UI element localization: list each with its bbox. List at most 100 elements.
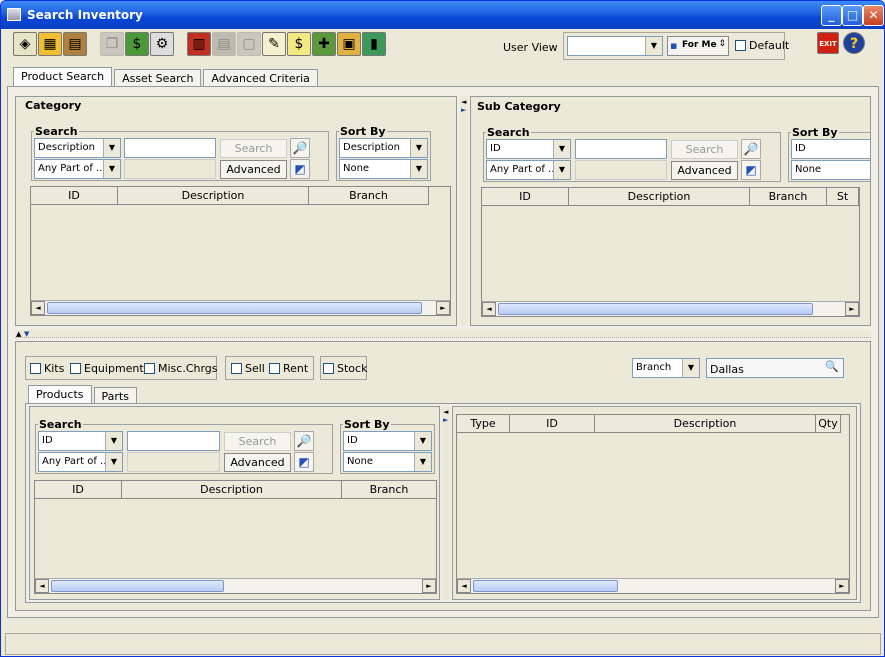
collapse-left-icon[interactable]: ◄	[443, 408, 448, 416]
column-header-id[interactable]: ID	[482, 188, 569, 206]
chevron-down-icon[interactable]: ▼	[414, 432, 431, 450]
collapse-right-icon[interactable]: ►	[461, 106, 466, 114]
column-header-branch[interactable]: Branch	[342, 481, 436, 499]
scroll-right-icon[interactable]: ►	[845, 302, 859, 316]
close-button[interactable]: ✕	[863, 5, 884, 26]
scroll-left-icon[interactable]: ◄	[457, 579, 471, 593]
sell-checkbox[interactable]: Sell	[231, 362, 265, 375]
category-match-select[interactable]: Any Part of ... ▼	[34, 159, 121, 179]
category-horizontal-scrollbar[interactable]: ◄ ►	[31, 300, 450, 315]
column-header-description[interactable]: Description	[595, 415, 816, 433]
scroll-thumb[interactable]	[47, 302, 422, 314]
column-header-status[interactable]: St	[827, 188, 859, 206]
default-checkbox[interactable]: Default	[735, 39, 789, 52]
branch-select[interactable]: Branch ▼	[632, 358, 700, 378]
find-icon[interactable]: 🔎	[290, 138, 310, 158]
category-sort1-select[interactable]: Description ▼	[339, 138, 428, 158]
category-sort2-select[interactable]: None ▼	[339, 159, 428, 179]
chevron-down-icon[interactable]: ▼	[410, 139, 427, 157]
scroll-left-icon[interactable]: ◄	[482, 302, 496, 316]
rent-checkbox[interactable]: Rent	[269, 362, 308, 375]
collapse-left-icon[interactable]: ◄	[461, 98, 466, 106]
subcategory-field-select[interactable]: ID ▼	[486, 139, 571, 159]
calculator-icon[interactable]: ▥	[187, 32, 211, 56]
clear-icon[interactable]: ▢	[237, 32, 261, 56]
scroll-right-icon[interactable]: ►	[436, 301, 450, 315]
chevron-down-icon[interactable]: ▼	[105, 432, 122, 450]
products-search-button[interactable]: Search	[224, 432, 291, 451]
scroll-thumb[interactable]	[498, 303, 813, 315]
money-icon[interactable]: $	[125, 32, 149, 56]
equipment-checkbox[interactable]: Equipment	[70, 362, 144, 375]
advanced-find-icon[interactable]: ◩	[290, 159, 310, 179]
scroll-thumb[interactable]	[473, 580, 618, 592]
for-me-button[interactable]: ▪ For Me ⇕	[667, 36, 729, 56]
tab-product-search[interactable]: Product Search	[13, 67, 113, 87]
collapse-right-icon[interactable]: ►	[443, 416, 448, 424]
copy-icon[interactable]: ❐	[100, 32, 124, 56]
title-bar[interactable]: Search Inventory _ □ ✕	[1, 1, 884, 29]
products-sort2-select[interactable]: None ▼	[343, 452, 432, 472]
tag-icon[interactable]: ✚	[312, 32, 336, 56]
search-icon[interactable]: 🔍	[825, 360, 839, 373]
subcategory-sort1-select[interactable]: ID	[791, 139, 870, 159]
category-search-button[interactable]: Search	[220, 139, 287, 158]
stock-checkbox[interactable]: Stock	[323, 362, 367, 375]
column-header-description[interactable]: Description	[569, 188, 750, 206]
chevron-down-icon[interactable]: ▼	[414, 453, 431, 471]
grid-icon[interactable]: ▦	[38, 32, 62, 56]
kits-checkbox[interactable]: Kits	[30, 362, 64, 375]
user-view-select[interactable]: ▼	[567, 36, 663, 56]
subcategory-horizontal-scrollbar[interactable]: ◄ ►	[482, 301, 859, 316]
exit-icon[interactable]: EXIT	[817, 32, 839, 54]
chevron-down-icon[interactable]: ▼	[682, 359, 699, 377]
column-header-description[interactable]: Description	[122, 481, 342, 499]
collapse-up-icon[interactable]: ▲	[16, 330, 21, 338]
subcategory-advanced-button[interactable]: Advanced	[671, 161, 738, 180]
subcategory-sort2-select[interactable]: None	[791, 160, 870, 180]
book-icon[interactable]: ▮	[362, 32, 386, 56]
maximize-button[interactable]: □	[842, 5, 863, 26]
products-sort1-select[interactable]: ID ▼	[343, 431, 432, 451]
column-header-type[interactable]: Type	[457, 415, 510, 433]
chevron-down-icon[interactable]: ▼	[553, 140, 570, 158]
products-advanced-button[interactable]: Advanced	[224, 453, 291, 472]
products-match-select[interactable]: Any Part of ... ▼	[38, 452, 123, 472]
cogs-icon[interactable]: ⚙	[150, 32, 174, 56]
column-header-branch[interactable]: Branch	[309, 187, 429, 205]
vertical-splitter[interactable]: ◄ ►	[460, 96, 468, 326]
column-header-id[interactable]: ID	[35, 481, 122, 499]
help-icon[interactable]: ?	[843, 32, 865, 54]
collapse-down-icon[interactable]: ▼	[24, 330, 29, 338]
category-field-select[interactable]: Description ▼	[34, 138, 121, 158]
price-icon[interactable]: $	[287, 32, 311, 56]
scroll-left-icon[interactable]: ◄	[31, 301, 45, 315]
report-icon[interactable]: ▤	[212, 32, 236, 56]
subcategory-search-input[interactable]	[575, 139, 667, 159]
chevron-down-icon[interactable]: ▼	[410, 160, 427, 178]
tab-advanced-criteria[interactable]: Advanced Criteria	[203, 69, 318, 87]
subcategory-match-select[interactable]: Any Part of ... ▼	[486, 160, 571, 180]
minimize-button[interactable]: _	[821, 5, 842, 26]
scroll-left-icon[interactable]: ◄	[35, 579, 49, 593]
category-search-input[interactable]	[124, 138, 216, 158]
products-search-input[interactable]	[127, 431, 220, 451]
home-icon[interactable]: ◈	[13, 32, 37, 56]
misc-charges-checkbox[interactable]: Misc.Chrgs	[144, 362, 218, 375]
column-header-branch[interactable]: Branch	[750, 188, 827, 206]
column-header-description[interactable]: Description	[118, 187, 309, 205]
find-icon[interactable]: 🔎	[741, 139, 761, 159]
column-header-id[interactable]: ID	[31, 187, 118, 205]
folder-icon[interactable]: ▤	[63, 32, 87, 56]
chevron-down-icon[interactable]: ▼	[553, 161, 570, 179]
find-icon[interactable]: 🔎	[294, 431, 314, 451]
horizontal-splitter[interactable]: ▲ ▼	[15, 330, 871, 338]
pencil-icon[interactable]: ✎	[262, 32, 286, 56]
scroll-right-icon[interactable]: ►	[835, 579, 849, 593]
package-icon[interactable]: ▣	[337, 32, 361, 56]
category-advanced-button[interactable]: Advanced	[220, 160, 287, 179]
tab-products[interactable]: Products	[28, 385, 92, 405]
products-splitter[interactable]: ◄ ►	[442, 406, 450, 600]
subcategory-search-button[interactable]: Search	[671, 140, 738, 159]
chevron-down-icon[interactable]: ▼	[105, 453, 122, 471]
